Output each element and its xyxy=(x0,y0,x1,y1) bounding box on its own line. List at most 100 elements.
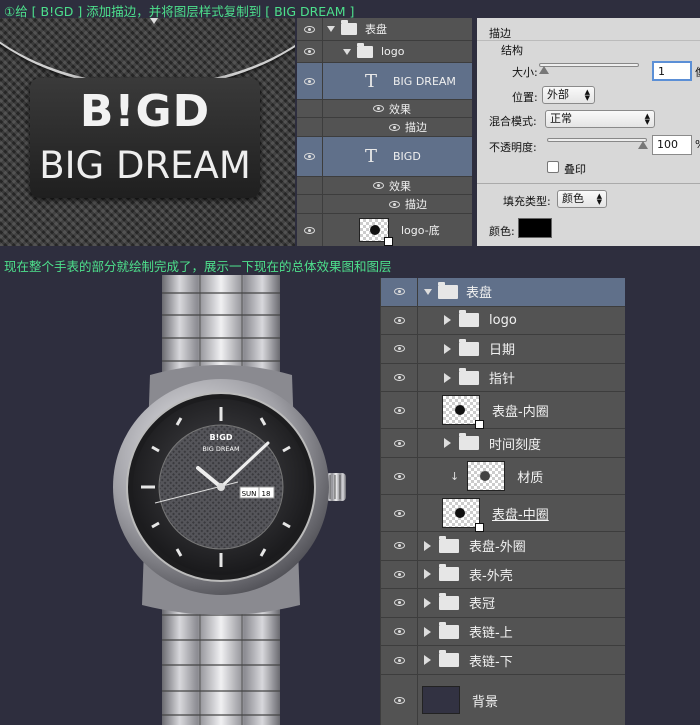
text-layer-icon: T xyxy=(365,146,378,167)
layer-effects-row[interactable]: 效果 xyxy=(297,177,472,195)
opacity-slider-knob[interactable] xyxy=(638,141,648,149)
position-select[interactable]: 外部 ▲ ▼ xyxy=(542,86,595,104)
layer-effect-stroke-row[interactable]: 描边 xyxy=(297,118,472,137)
visibility-toggle[interactable] xyxy=(381,429,418,457)
updown-icon: ▲ ▼ xyxy=(644,112,650,126)
visibility-toggle[interactable] xyxy=(297,41,323,62)
link-icon xyxy=(475,420,484,430)
visibility-toggle[interactable] xyxy=(297,63,323,99)
expand-arrow-icon[interactable] xyxy=(424,540,431,551)
visibility-toggle[interactable] xyxy=(381,306,418,335)
visibility-toggle[interactable] xyxy=(297,18,323,40)
stroke-color-swatch[interactable] xyxy=(518,218,552,238)
layer-row-time-scale[interactable]: 时间刻度 xyxy=(381,429,625,458)
visibility-toggle[interactable] xyxy=(381,646,418,674)
layer-label: 背景 xyxy=(472,694,499,710)
opacity-input[interactable]: 100 xyxy=(652,135,692,155)
expand-arrow-icon[interactable] xyxy=(424,655,431,666)
folder-icon xyxy=(459,433,479,451)
visibility-toggle[interactable] xyxy=(381,675,418,725)
layer-row-logo[interactable]: logo xyxy=(381,306,625,336)
expand-arrow-icon[interactable] xyxy=(424,569,431,580)
folder-icon xyxy=(439,621,459,639)
size-slider[interactable] xyxy=(539,63,639,67)
logo-preview: B!GD BIG DREAM xyxy=(0,18,295,246)
eye-icon xyxy=(393,599,405,607)
folder-icon xyxy=(357,42,373,58)
layer-effects-row[interactable]: 效果 xyxy=(297,100,472,118)
layers-panel-top: 表盘 logo T BIG DREAM 效果 描边 T BIGD 效果 描边 l… xyxy=(297,18,472,246)
expand-arrow-icon[interactable] xyxy=(327,26,335,32)
expand-arrow-icon[interactable] xyxy=(444,438,451,449)
overprint-checkbox[interactable] xyxy=(547,161,559,173)
expand-arrow-icon[interactable] xyxy=(444,372,451,383)
expand-arrow-icon[interactable] xyxy=(444,343,451,354)
layer-row-dial-middle[interactable]: 表盘-中圈 xyxy=(381,495,625,532)
layer-row-date[interactable]: 日期 xyxy=(381,335,625,364)
dial-brand-top: B!GD xyxy=(210,433,233,442)
layer-row-band-top[interactable]: 表链-上 xyxy=(381,617,625,647)
layer-row-logo-base[interactable]: logo-底 xyxy=(297,214,472,246)
layer-row-hands[interactable]: 指针 xyxy=(381,363,625,393)
eye-icon xyxy=(393,406,405,414)
layer-row-bigd-text[interactable]: T BIGD xyxy=(297,137,472,177)
expand-arrow-icon[interactable] xyxy=(444,315,451,326)
layer-row-dial-group[interactable]: 表盘 xyxy=(381,278,625,307)
size-label: 大小: xyxy=(512,66,538,79)
layer-row-dial-inner[interactable]: 表盘-内圈 xyxy=(381,392,625,430)
visibility-toggle[interactable] xyxy=(381,363,418,392)
clipping-mask-icon: ↓ xyxy=(450,469,460,483)
folder-icon xyxy=(341,20,357,35)
expand-arrow-icon[interactable] xyxy=(424,288,432,295)
eye-icon xyxy=(304,153,315,160)
layer-row-band-bottom[interactable]: 表链-下 xyxy=(381,646,625,675)
layer-label: 表盘-中圈 xyxy=(492,507,549,523)
layer-effect-stroke-row[interactable]: 描边 xyxy=(297,195,472,214)
visibility-toggle[interactable] xyxy=(381,495,418,531)
layer-row-dial-group[interactable]: 表盘 xyxy=(297,18,472,41)
visibility-toggle[interactable] xyxy=(381,589,418,617)
date-number: 18 xyxy=(262,490,271,498)
visibility-toggle[interactable] xyxy=(381,335,418,363)
eye-icon xyxy=(393,316,405,324)
layer-row-big-dream-text[interactable]: T BIG DREAM xyxy=(297,63,472,100)
eye-icon[interactable] xyxy=(389,123,400,131)
visibility-toggle[interactable] xyxy=(381,617,418,646)
layer-label: 表链-上 xyxy=(469,626,513,642)
eye-icon[interactable] xyxy=(373,105,384,112)
size-slider-knob[interactable] xyxy=(539,66,549,74)
layer-label: 材质 xyxy=(517,470,544,486)
layer-row-logo-group[interactable]: logo xyxy=(297,41,472,63)
layer-row-dial-outer[interactable]: 表盘-外圈 xyxy=(381,532,625,561)
effect-stroke-label: 描边 xyxy=(405,121,427,134)
visibility-toggle[interactable] xyxy=(381,278,418,306)
logo-text-bigd: B!GD xyxy=(79,86,211,137)
opacity-slider[interactable] xyxy=(547,138,647,142)
layer-row-background[interactable]: 背景 xyxy=(381,675,625,725)
expand-arrow-icon[interactable] xyxy=(343,48,351,55)
visibility-toggle[interactable] xyxy=(381,532,418,560)
fill-type-select[interactable]: 颜色 ▲ ▼ xyxy=(557,190,607,208)
layer-row-case[interactable]: 表-外壳 xyxy=(381,560,625,590)
eye-icon[interactable] xyxy=(373,182,384,189)
layer-thumbnail xyxy=(467,461,506,491)
eye-icon xyxy=(393,628,405,636)
folder-icon xyxy=(439,650,459,668)
layer-label: logo xyxy=(489,312,517,328)
layer-row-material[interactable]: ↓ 材质 xyxy=(381,458,625,495)
layer-label: 日期 xyxy=(489,343,516,359)
eye-icon[interactable] xyxy=(389,200,400,208)
color-label: 颜色: xyxy=(489,225,515,238)
visibility-toggle[interactable] xyxy=(381,458,418,494)
visibility-toggle[interactable] xyxy=(297,214,323,246)
visibility-toggle[interactable] xyxy=(297,137,323,176)
blend-mode-select[interactable]: 正常 ▲ ▼ xyxy=(545,110,655,128)
expand-arrow-icon[interactable] xyxy=(424,626,431,637)
layer-row-crown[interactable]: 表冠 xyxy=(381,589,625,618)
size-input[interactable]: 1 xyxy=(652,61,692,81)
eye-icon xyxy=(393,439,405,447)
visibility-toggle[interactable] xyxy=(381,560,418,589)
expand-arrow-icon[interactable] xyxy=(424,597,431,608)
eye-icon xyxy=(393,656,405,664)
visibility-toggle[interactable] xyxy=(381,392,418,429)
